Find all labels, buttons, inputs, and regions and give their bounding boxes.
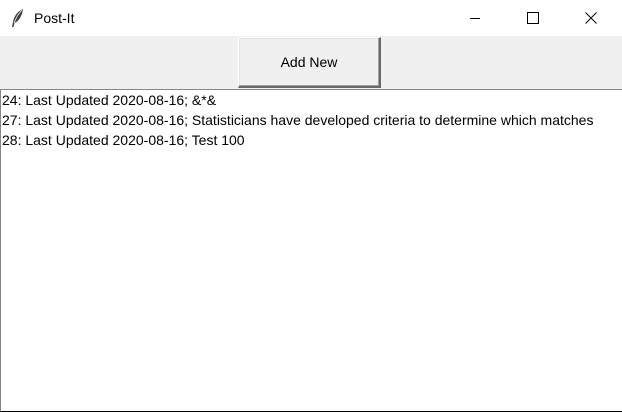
maximize-button[interactable] bbox=[504, 0, 562, 36]
title-bar[interactable]: Post-It bbox=[0, 0, 622, 36]
close-icon bbox=[585, 12, 597, 24]
feather-icon bbox=[12, 9, 23, 27]
minimize-button[interactable] bbox=[446, 0, 504, 36]
list-item[interactable]: 27: Last Updated 2020-08-16; Statisticia… bbox=[1, 110, 622, 130]
list-item[interactable]: 28: Last Updated 2020-08-16; Test 100 bbox=[1, 130, 622, 150]
add-new-button[interactable]: Add New bbox=[238, 37, 381, 88]
list-item[interactable]: 24: Last Updated 2020-08-16; &*& bbox=[1, 90, 622, 110]
toolbar: Add New bbox=[0, 36, 622, 89]
notes-listbox[interactable]: 24: Last Updated 2020-08-16; &*& 27: Las… bbox=[0, 89, 622, 412]
maximize-icon bbox=[527, 12, 539, 24]
app-window: Post-It Add New 24: Last Updated 2020-08… bbox=[0, 0, 622, 412]
close-button[interactable] bbox=[562, 0, 620, 36]
minimize-icon bbox=[470, 18, 480, 19]
window-title: Post-It bbox=[34, 10, 75, 26]
